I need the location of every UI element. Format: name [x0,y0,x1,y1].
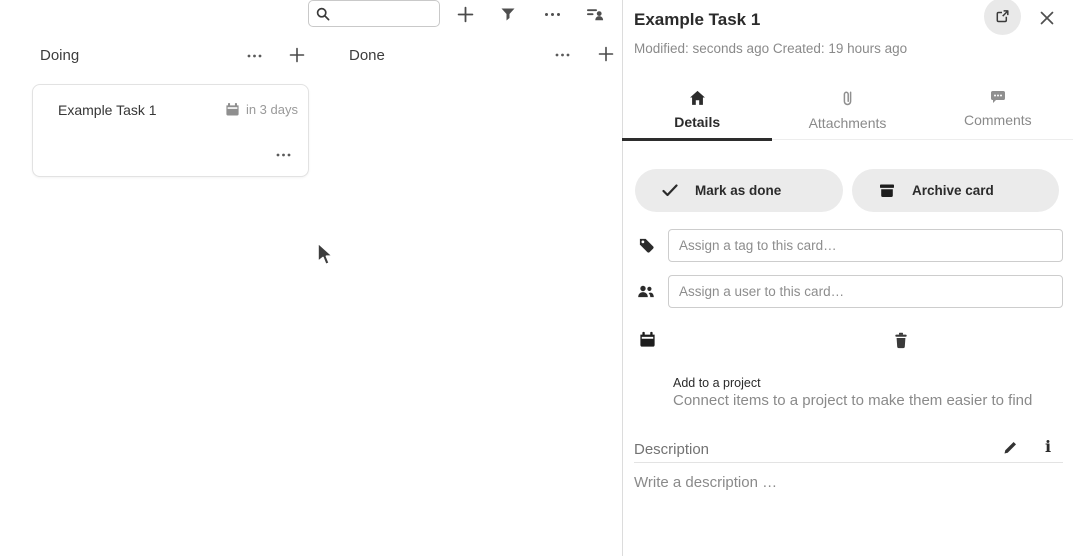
trash-icon [893,332,909,349]
card-menu-button[interactable] [270,142,296,168]
add-icon [457,6,474,23]
archive-card-label: Archive card [912,183,994,198]
remove-due-date-button[interactable] [888,327,914,353]
column-title-doing: Doing [40,47,79,64]
mark-as-done-label: Mark as done [695,183,781,198]
column-doing-menu-button[interactable] [241,43,267,69]
home-icon [689,90,706,106]
open-in-new-window-button[interactable] [984,0,1021,35]
board-menu-button[interactable] [539,1,565,27]
column-done-add-button[interactable] [593,41,619,67]
check-icon [662,184,678,197]
close-panel-button[interactable] [1036,7,1058,29]
edit-pencil-icon [1003,440,1018,455]
description-label: Description [634,441,709,458]
more-icon [544,12,561,17]
active-tab-indicator [622,138,772,141]
tab-label: Details [674,114,720,130]
card-details-panel: Example Task 1 Modified: seconds ago Cre… [622,0,1073,556]
mark-as-done-button[interactable]: Mark as done [635,169,843,212]
description-separator [634,462,1063,463]
info-icon: i [1045,437,1051,456]
assign-tag-input[interactable] [668,229,1063,262]
search-entry[interactable] [308,0,440,27]
add-to-project-subtitle: Connect items to a project to make them … [673,392,1032,409]
panel-card-title: Example Task 1 [634,10,760,30]
archive-icon [879,183,895,198]
tab-attachments[interactable]: Attachments [772,85,922,139]
kanban-board: Doing Done Example Task 1 [0,0,622,556]
assignees-view-icon [586,6,604,22]
paperclip-icon [841,90,854,107]
add-card-button[interactable] [452,1,478,27]
panel-tabbar: Details Attachments Comments [622,85,1073,140]
tab-label: Comments [964,112,1032,128]
filter-button[interactable] [495,1,521,27]
tab-comments[interactable]: Comments [923,85,1073,139]
column-doing-add-button[interactable] [284,42,310,68]
task-card[interactable]: Example Task 1 in 3 days [32,84,309,177]
calendar-icon [639,331,656,348]
card-due-date: in 3 days [225,102,298,117]
more-icon [555,53,570,57]
search-icon [315,6,331,22]
card-due-label: in 3 days [246,102,298,117]
add-to-project-title[interactable]: Add to a project [673,376,761,390]
tag-icon [638,237,655,254]
column-done-menu-button[interactable] [549,42,575,68]
tab-details[interactable]: Details [622,85,772,139]
description-editor[interactable]: Write a description … [634,474,777,491]
users-icon [637,283,655,300]
comments-icon [990,90,1006,104]
assignees-view-button[interactable] [582,1,608,27]
tab-label: Attachments [809,115,887,131]
archive-card-button[interactable]: Archive card [852,169,1059,212]
edit-description-button[interactable] [998,435,1022,459]
more-icon [247,54,262,58]
panel-card-meta: Modified: seconds ago Created: 19 hours … [634,41,907,56]
assign-user-input[interactable] [668,275,1063,308]
close-icon [1039,10,1055,26]
card-title: Example Task 1 [58,102,157,118]
calendar-icon [225,102,240,117]
search-input[interactable] [331,4,431,24]
more-icon [276,153,291,157]
open-in-new-window-icon [994,8,1011,25]
add-icon [289,47,305,63]
filter-icon [500,7,516,22]
description-info-button[interactable]: i [1036,434,1060,458]
add-icon [598,46,614,62]
column-title-done: Done [349,47,385,64]
mouse-cursor [316,241,337,273]
app-window: Doing Done Example Task 1 [0,0,1073,556]
